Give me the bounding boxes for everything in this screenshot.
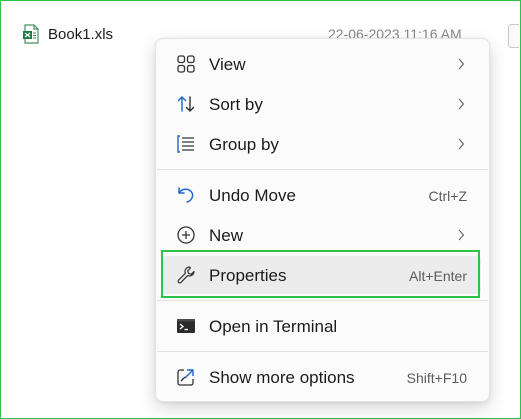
menu-separator [157, 169, 488, 170]
menu-item-shortcut: Shift+F10 [406, 370, 467, 386]
menu-item-sort-by[interactable]: Sort by [162, 85, 481, 123]
menu-item-label: Open in Terminal [209, 317, 338, 336]
menu-item-group-by[interactable]: Group by [162, 125, 481, 163]
excel-file-icon [23, 24, 39, 44]
menu-item-shortcut: Alt+Enter [409, 268, 467, 284]
chevron-right-icon [458, 58, 465, 70]
file-name[interactable]: Book1.xls [48, 26, 113, 43]
undo-icon [178, 187, 194, 203]
new-icon [177, 226, 195, 244]
menu-item-label: View [209, 55, 246, 74]
chevron-right-icon [458, 229, 465, 241]
menu-item-open-in-terminal[interactable]: Open in Terminal [162, 307, 481, 345]
menu-item-label: Properties [209, 266, 287, 285]
chevron-right-icon [458, 98, 465, 110]
share-more-icon [177, 369, 194, 386]
chevron-right-icon [458, 138, 465, 150]
menu-separator [157, 300, 488, 301]
wrench-icon [177, 266, 195, 284]
menu-item-label: Sort by [209, 95, 263, 114]
menu-item-view[interactable]: View [162, 45, 481, 83]
terminal-icon [177, 319, 195, 333]
menu-item-label: New [209, 226, 244, 245]
menu-item-properties[interactable]: Properties Alt+Enter [162, 256, 481, 294]
menu-item-label: Group by [209, 135, 279, 154]
menu-separator [157, 351, 488, 352]
pane-edge-handle [508, 24, 519, 48]
view-grid-icon [177, 55, 195, 73]
menu-item-shortcut: Ctrl+Z [428, 188, 468, 204]
context-menu: View Sort by Group by Undo Move Ctrl+Z N… [155, 38, 490, 402]
menu-item-show-more-options[interactable]: Show more options Shift+F10 [162, 358, 481, 396]
menu-item-label: Show more options [209, 368, 355, 387]
group-by-icon [177, 135, 194, 153]
sort-icon [177, 96, 195, 112]
menu-item-undo-move[interactable]: Undo Move Ctrl+Z [162, 176, 481, 214]
menu-item-label: Undo Move [209, 186, 296, 205]
menu-item-new[interactable]: New [162, 216, 481, 254]
